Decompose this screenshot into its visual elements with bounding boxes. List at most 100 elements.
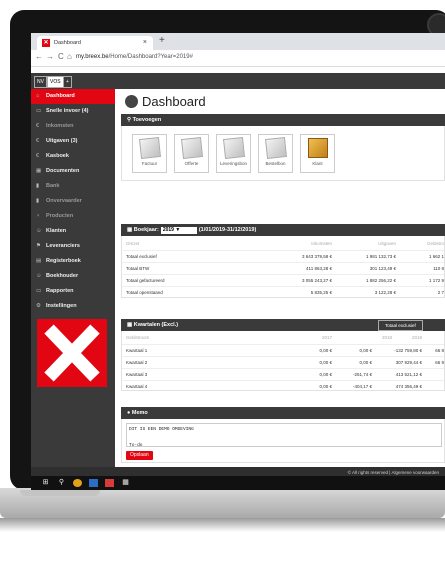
sidebar-item-boekhouder[interactable]: ☺ Boekhouder — [31, 269, 115, 284]
col-2017: 2017 — [321, 335, 332, 340]
memo-textarea[interactable]: DIT IS EEN DEMO OMGEVING To-do — [126, 423, 442, 448]
cell: Kwartaal 3 — [126, 372, 148, 377]
sidebar-item-kasboek[interactable]: € Kasboek — [31, 149, 115, 164]
cell: Kwartaal 2 — [126, 360, 148, 365]
laptop-notch — [20, 490, 100, 496]
col-geldstroom: Geldstro — [426, 241, 444, 246]
tile-klant[interactable]: Klant — [300, 134, 335, 173]
app-icon[interactable] — [105, 479, 114, 487]
screen: ✕ Dashboard × + ← → C ⌂ my.breex.be/Home… — [31, 33, 445, 485]
cell: 1 662 1 — [428, 254, 444, 259]
table-row: Totaal openstaand 5 835,25 € 3 122,28 € … — [122, 286, 444, 298]
cell: Totaal openstaand — [126, 290, 163, 295]
sidebar-item-producten[interactable]: ♀ Producten — [31, 209, 115, 224]
reload-button[interactable]: C — [58, 52, 64, 61]
sidebar-item-documenten[interactable]: ▦ Documenten — [31, 164, 115, 179]
url-field[interactable]: my.breex.be/Home/Dashboard?Year=2019# — [76, 54, 193, 60]
memo-panel: DIT IS EEN DEMO OMGEVING To-do Opslaan — [121, 419, 445, 463]
sidebar-item-rapporten[interactable]: ▭ Rapporten — [31, 284, 115, 299]
browser-tab[interactable]: ✕ Dashboard × — [37, 36, 153, 50]
sidebar-item-bank[interactable]: ▮ Bank — [31, 179, 115, 194]
sidebar-item-label: Leveranciers — [46, 243, 80, 249]
brand-logo — [37, 319, 107, 387]
document-icon: ▦ — [36, 168, 42, 174]
sidebar-item-klanten[interactable]: ☺ Klanten — [31, 224, 115, 239]
cell: 301 123,49 € — [369, 266, 396, 271]
save-button[interactable]: Opslaan — [126, 451, 153, 460]
col-inkomsten: Inkomsten — [311, 241, 332, 246]
quick-entry-icon: ▭ — [36, 108, 42, 114]
explorer-icon[interactable] — [89, 479, 98, 487]
cell: 1 882 256,22 € — [365, 278, 396, 283]
table-row: Totaal BTW 411 863,28 € 301 123,49 € 110… — [122, 262, 444, 274]
main-content: Dashboard ⚲ Toevoegen Factuur Offerte Le… — [115, 89, 445, 467]
sidebar-item-label: Documenten — [46, 168, 80, 174]
cell: 110 8 — [433, 266, 444, 271]
back-button[interactable]: ← — [35, 52, 43, 61]
cell: 411 863,28 € — [306, 266, 332, 271]
url-host: my.breex.be — [76, 54, 109, 60]
boekjaar-title: ▦ Boekjaar: 2019 ▼ (1/01/2019-31/12/2019) — [127, 227, 257, 234]
sidebar-item-label: Rapporten — [46, 288, 74, 294]
totaal-exclusief-toggle[interactable]: Totaal exclusief — [378, 320, 423, 331]
page-title: Dashboard — [125, 94, 206, 109]
sidebar-item-instellingen[interactable]: ⚙ Instellingen — [31, 299, 115, 314]
order-icon — [264, 137, 287, 159]
forward-button[interactable]: → — [46, 52, 54, 61]
sidebar-item-uitgaven[interactable]: € Uitgaven (3) — [31, 134, 115, 149]
delivery-note-icon — [222, 137, 245, 159]
year-select[interactable]: 2019 ▼ — [160, 227, 197, 234]
sidebar-item-snelle-invoer[interactable]: ▭ Snelle invoer (4) — [31, 104, 115, 119]
register-icon: ▤ — [36, 258, 42, 264]
toevoegen-panel: Factuur Offerte Leveringsbon Bestelbon K… — [121, 126, 445, 181]
org-vos-button[interactable]: VOS — [47, 76, 64, 88]
report-icon: ▭ — [36, 288, 42, 294]
cell: Totaal gefactureerd — [126, 278, 165, 283]
sidebar-item-inkomsten[interactable]: € Inkomsten — [31, 119, 115, 134]
chrome-icon[interactable] — [73, 479, 82, 487]
cell: 3 122,28 € — [374, 290, 396, 295]
tile-leveringsbon[interactable]: Leveringsbon — [216, 134, 251, 173]
tile-offerte[interactable]: Offerte — [174, 134, 209, 173]
col-2019: 2019 — [411, 335, 422, 340]
tile-label: Leveringsbon — [219, 161, 248, 166]
toevoegen-header: ⚲ Toevoegen — [121, 114, 445, 126]
logo-x-icon — [44, 324, 100, 382]
sidebar-item-label: Inkomsten — [46, 123, 74, 129]
cell: 3 643 379,58 € — [301, 254, 332, 259]
search-icon[interactable]: ⚲ — [57, 479, 66, 487]
sidebar-item-leveranciers[interactable]: ⚑ Leveranciers — [31, 239, 115, 254]
new-tab-button[interactable]: + — [159, 35, 165, 46]
org-nv-button[interactable]: NV — [34, 76, 47, 88]
tile-bestelbon[interactable]: Bestelbon — [258, 134, 293, 173]
cell: 1 172 9 — [428, 278, 444, 283]
dashboard-icon: ⌂ — [36, 93, 40, 99]
calculator-icon[interactable]: ▦ — [121, 479, 130, 487]
tab-close-button[interactable]: × — [143, 36, 147, 50]
product-icon: ♀ — [36, 213, 41, 219]
euro-icon: € — [36, 123, 40, 129]
browser-tabbar: ✕ Dashboard × + — [31, 33, 445, 50]
windows-taskbar: ⊞ ⚲ ▦ — [31, 476, 445, 490]
org-add-button[interactable]: + — [63, 76, 72, 88]
cell: Totaal BTW — [126, 266, 150, 271]
cell: 413 521,12 € — [395, 372, 422, 377]
sidebar-item-dashboard[interactable]: ⌂ Dashboard — [31, 89, 115, 104]
col-geldstroom: Geldstroom — [126, 335, 150, 340]
cell: Totaal exclusief — [126, 254, 157, 259]
sidebar-item-onvervaarder[interactable]: ▮ Onvervaarder — [31, 194, 115, 209]
windows-start-icon[interactable]: ⊞ — [41, 479, 50, 487]
table-row: Kwartaal 3 0,00 € -251,74 € 413 521,12 € — [122, 368, 444, 380]
tile-factuur[interactable]: Factuur — [132, 134, 167, 173]
table-row: Kwartaal 2 0,00 € 0,00 € 307 929,44 € 66… — [122, 356, 444, 368]
flag-icon: ▮ — [36, 198, 40, 204]
cell: 307 929,44 € — [395, 360, 422, 365]
sidebar-item-registerboek[interactable]: ▤ Registerboek — [31, 254, 115, 269]
sidebar-item-label: Klanten — [46, 228, 67, 234]
memo-title-text: Memo — [131, 410, 148, 416]
year-select-value: 2019 — [162, 227, 174, 233]
home-button[interactable]: ⌂ — [67, 52, 72, 61]
page-title-text: Dashboard — [142, 94, 206, 109]
col-2018: 2018 — [381, 335, 392, 340]
gear-icon: ⚙ — [36, 303, 41, 309]
